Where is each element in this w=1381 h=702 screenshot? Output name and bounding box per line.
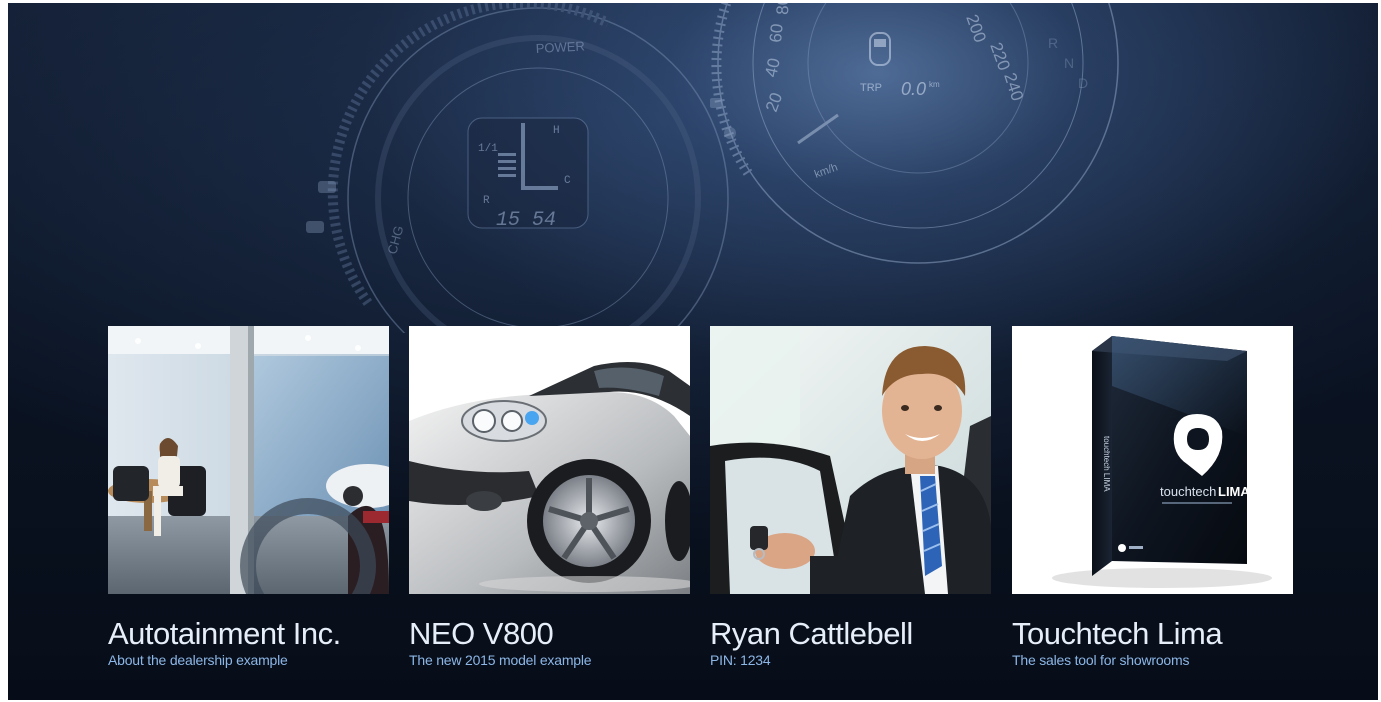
svg-text:D: D [1078,75,1088,91]
card-subtitle: The sales tool for showrooms [1012,652,1190,668]
speed-tick: 80 [773,3,793,15]
lcd-fraction: 1/1 [478,143,498,155]
dealership-image[interactable] [108,326,389,594]
card-subtitle: The new 2015 model example [409,652,592,668]
dashboard-background: POWER CHG 1/1 H C R 15 54 20 40 60 80 20… [306,3,1119,333]
lcd-panel: 1/1 H C R 15 54 [467,117,589,232]
card-car-model[interactable]: NEO V800 The new 2015 model example [409,326,690,668]
car-status-icon [869,32,891,66]
speed-tick: 240 [1000,70,1027,103]
speed-tick: 20 [762,90,786,114]
lcd-clock: 15 54 [496,209,556,232]
trip-unit: km [929,80,940,89]
card-title[interactable]: Ryan Cattlebell [710,616,991,652]
card-salesperson[interactable]: Ryan Cattlebell PIN: 1234 [710,326,991,668]
trip-value: 0.0 [901,79,926,99]
chg-label: CHG [384,224,406,256]
product-side-text: touchtech LIMA [1102,436,1111,492]
lcd-r: R [483,195,490,207]
card-product[interactable]: touchtech LIMA touchtech LIMA Touchtech … [1012,326,1293,668]
card-subtitle: PIN: 1234 [710,652,771,668]
speed-tick: 60 [766,23,787,44]
home-screen: POWER CHG 1/1 H C R 15 54 20 40 60 80 20… [8,3,1378,700]
power-label: POWER [535,38,585,56]
speed-tick: 220 [986,40,1014,73]
card-title[interactable]: NEO V800 [409,616,690,652]
product-name: LIMA [1218,484,1250,499]
svg-text:R: R [1048,35,1058,51]
product-box-image[interactable]: touchtech LIMA touchtech LIMA [1012,326,1293,594]
card-dealership[interactable]: Autotainment Inc. About the dealership e… [108,326,389,668]
speed-tick: 40 [761,56,784,78]
speed-tick: 200 [962,12,990,45]
car-image[interactable] [409,326,690,594]
speed-unit: km/h [813,161,840,180]
trip-label: TRP [860,82,882,94]
svg-text:N: N [1064,55,1074,71]
lcd-h: H [553,125,560,137]
product-brand: touchtech [1160,484,1216,499]
card-subtitle: About the dealership example [108,652,288,668]
salesman-image[interactable] [710,326,991,594]
card-title[interactable]: Touchtech Lima [1012,616,1293,652]
card-title[interactable]: Autotainment Inc. [108,616,389,652]
lcd-c: C [564,175,571,187]
